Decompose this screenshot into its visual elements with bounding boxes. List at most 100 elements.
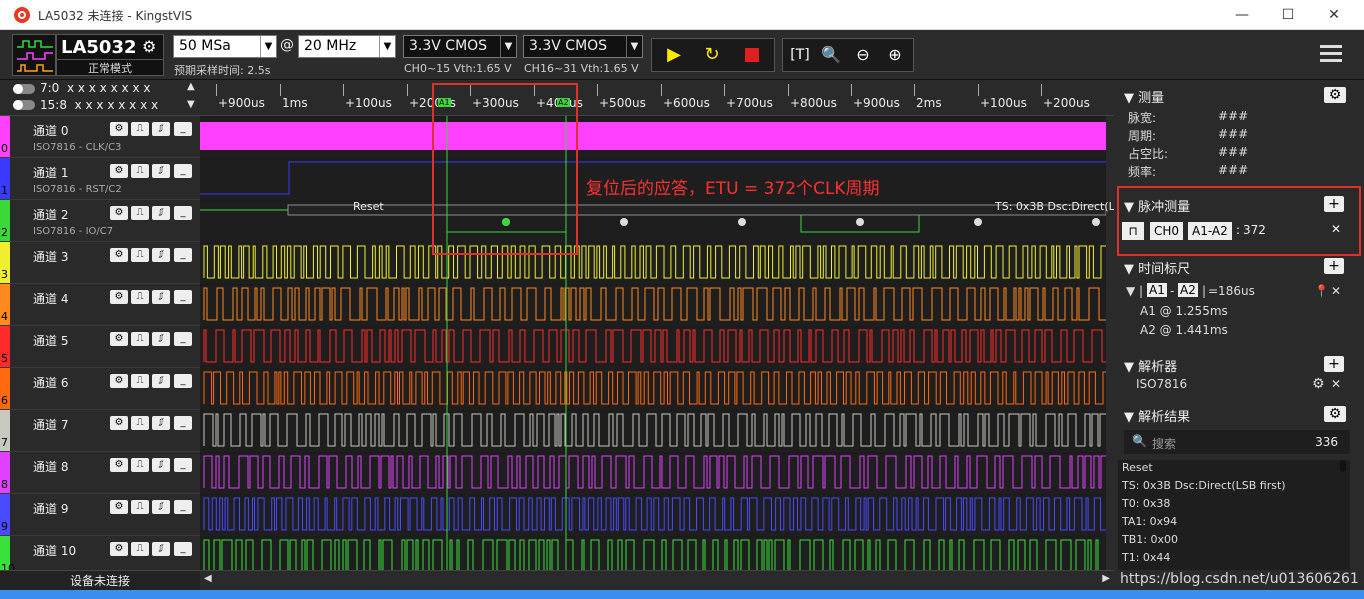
scroll-left-icon[interactable]: ◀	[204, 573, 212, 584]
channel-row[interactable]: 8 通道 8 ⚙ ⎍ ⎎ _	[0, 452, 200, 494]
close-icon[interactable]: ✕	[1324, 5, 1344, 25]
result-item[interactable]: TA1: 0x94	[1122, 515, 1177, 528]
channel-row[interactable]: 2 通道 2 ISO7816 - IO/C7 ⚙ ⎍ ⎎ _	[0, 200, 200, 242]
threshold-select-1[interactable]: 3.3V CMOS ▼	[403, 35, 517, 58]
channel-row[interactable]: 6 通道 6 ⚙ ⎍ ⎎ _	[0, 368, 200, 410]
low-level-icon[interactable]: _	[174, 374, 192, 388]
minimize-icon[interactable]: —	[1232, 5, 1252, 25]
trigger-row-2[interactable]: 15:8 x x x x x x x x	[40, 98, 158, 112]
results-scrollbar[interactable]	[1340, 460, 1346, 472]
rising-edge-icon[interactable]: ⎍	[131, 164, 149, 178]
maximize-icon[interactable]: ☐	[1278, 5, 1298, 25]
results-gear-icon[interactable]: ⚙	[1324, 406, 1346, 422]
analyzer-item[interactable]: ISO7816	[1136, 377, 1187, 391]
channel-row[interactable]: 3 通道 3 ⚙ ⎍ ⎎ _	[0, 242, 200, 284]
search-input[interactable]: 搜索	[1152, 435, 1176, 452]
falling-edge-icon[interactable]: ⎎	[152, 332, 170, 346]
analyzer-header[interactable]: ▼ 解析器	[1124, 356, 1177, 375]
channel-name[interactable]: 通道 1	[33, 164, 68, 181]
low-level-icon[interactable]: _	[174, 458, 192, 472]
channel-row[interactable]: 0 通道 0 ISO7816 - CLK/C3 ⚙ ⎍ ⎎ _	[0, 116, 200, 158]
channel-name[interactable]: 通道 4	[33, 290, 68, 307]
result-item[interactable]: T0: 0x38	[1122, 497, 1170, 510]
channel-name[interactable]: 通道 0	[33, 122, 68, 139]
low-level-icon[interactable]: _	[174, 332, 192, 346]
low-level-icon[interactable]: _	[174, 290, 192, 304]
toggle-switch[interactable]	[13, 100, 35, 110]
measure-gear-icon[interactable]: ⚙	[1324, 87, 1346, 103]
falling-edge-icon[interactable]: ⎎	[152, 290, 170, 304]
rising-edge-icon[interactable]: ⎍	[131, 500, 149, 514]
channel-gear-icon[interactable]: ⚙	[110, 500, 128, 514]
falling-edge-icon[interactable]: ⎎	[152, 164, 170, 178]
channel-name[interactable]: 通道 9	[33, 500, 68, 517]
analyzer-gear-icon[interactable]: ⚙	[1312, 376, 1325, 392]
analyzer-close-icon[interactable]: ✕	[1331, 377, 1341, 391]
channel-row[interactable]: 9 通道 9 ⚙ ⎍ ⎎ _	[0, 494, 200, 536]
channel-gear-icon[interactable]: ⚙	[110, 164, 128, 178]
channel-gear-icon[interactable]: ⚙	[110, 122, 128, 136]
channel-gear-icon[interactable]: ⚙	[110, 374, 128, 388]
channel-name[interactable]: 通道 7	[33, 416, 68, 433]
scroll-up-icon[interactable]: ▲	[187, 81, 195, 92]
zoom-out-icon[interactable]: ⊖	[849, 41, 877, 69]
low-level-icon[interactable]: _	[174, 122, 192, 136]
device-box[interactable]: LA5032 ⚙ 正常模式	[56, 34, 164, 76]
channel-name[interactable]: 通道 10	[33, 542, 76, 559]
tm-a2[interactable]: A2	[1178, 283, 1198, 297]
waveform-area[interactable]: +900us1ms+100us+200us+300us+400us+500us+…	[200, 80, 1114, 590]
timemarker-add-icon[interactable]: +	[1324, 258, 1344, 274]
channel-row[interactable]: 7 通道 7 ⚙ ⎍ ⎎ _	[0, 410, 200, 452]
falling-edge-icon[interactable]: ⎎	[152, 458, 170, 472]
channel-gear-icon[interactable]: ⚙	[110, 458, 128, 472]
device-gear-icon[interactable]: ⚙	[142, 38, 160, 56]
channel-name[interactable]: 通道 8	[33, 458, 68, 475]
channel-gear-icon[interactable]: ⚙	[110, 248, 128, 262]
low-level-icon[interactable]: _	[174, 542, 192, 556]
rising-edge-icon[interactable]: ⎍	[131, 374, 149, 388]
low-level-icon[interactable]: _	[174, 206, 192, 220]
channel-gear-icon[interactable]: ⚙	[110, 332, 128, 346]
low-level-icon[interactable]: _	[174, 248, 192, 262]
scroll-down-icon[interactable]: ▼	[187, 99, 195, 110]
rising-edge-icon[interactable]: ⎍	[131, 458, 149, 472]
rising-edge-icon[interactable]: ⎍	[131, 542, 149, 556]
channel-row[interactable]: 4 通道 4 ⚙ ⎍ ⎎ _	[0, 284, 200, 326]
channel-name[interactable]: 通道 5	[33, 332, 68, 349]
zoom-in-icon[interactable]: ⊕	[881, 41, 909, 69]
falling-edge-icon[interactable]: ⎎	[152, 500, 170, 514]
falling-edge-icon[interactable]: ⎎	[152, 542, 170, 556]
falling-edge-icon[interactable]: ⎎	[152, 122, 170, 136]
analyzer-add-icon[interactable]: +	[1324, 356, 1344, 372]
sample-rate-select[interactable]: 50 MSa ▼	[173, 35, 277, 58]
rising-edge-icon[interactable]: ⎍	[131, 290, 149, 304]
menu-icon[interactable]	[1320, 43, 1342, 65]
timemarker-expand-icon[interactable]: ▼ |	[1126, 284, 1143, 298]
timemarker-header[interactable]: ▼ 时间标尺	[1124, 258, 1190, 277]
low-level-icon[interactable]: _	[174, 500, 192, 514]
time-ruler[interactable]: +900us1ms+100us+200us+300us+400us+500us+…	[200, 80, 1114, 116]
loop-icon[interactable]: ↻	[698, 41, 726, 69]
rising-edge-icon[interactable]: ⎍	[131, 332, 149, 346]
threshold-select-2[interactable]: 3.3V CMOS ▼	[523, 35, 643, 58]
falling-edge-icon[interactable]: ⎎	[152, 374, 170, 388]
channel-name[interactable]: 通道 3	[33, 248, 68, 265]
channel-row[interactable]: 1 通道 1 ISO7816 - RST/C2 ⚙ ⎍ ⎎ _	[0, 158, 200, 200]
channel-gear-icon[interactable]: ⚙	[110, 416, 128, 430]
toggle-switch[interactable]	[13, 84, 35, 94]
result-item[interactable]: TS: 0x3B Dsc:Direct(LSB first)	[1122, 479, 1286, 492]
channel-name[interactable]: 通道 6	[33, 374, 68, 391]
tm-a1[interactable]: A1	[1147, 283, 1167, 297]
zoom-fit-icon[interactable]: 🔍	[817, 41, 845, 69]
rising-edge-icon[interactable]: ⎍	[131, 122, 149, 136]
falling-edge-icon[interactable]: ⎎	[152, 416, 170, 430]
result-item[interactable]: T1: 0x44	[1122, 551, 1170, 564]
pin-icon[interactable]: 📍	[1314, 284, 1329, 298]
horizontal-scrollbar[interactable]: ◀ ▶	[200, 570, 1114, 590]
scroll-right-icon[interactable]: ▶	[1102, 573, 1110, 584]
results-header[interactable]: ▼ 解析结果	[1124, 406, 1190, 425]
channel-row[interactable]: 5 通道 5 ⚙ ⎍ ⎎ _	[0, 326, 200, 368]
results-search-box[interactable]: 🔍 搜索 336	[1124, 430, 1350, 454]
text-select-icon[interactable]: [T]	[786, 41, 814, 69]
measure-header[interactable]: ▼ 测量	[1124, 87, 1164, 106]
